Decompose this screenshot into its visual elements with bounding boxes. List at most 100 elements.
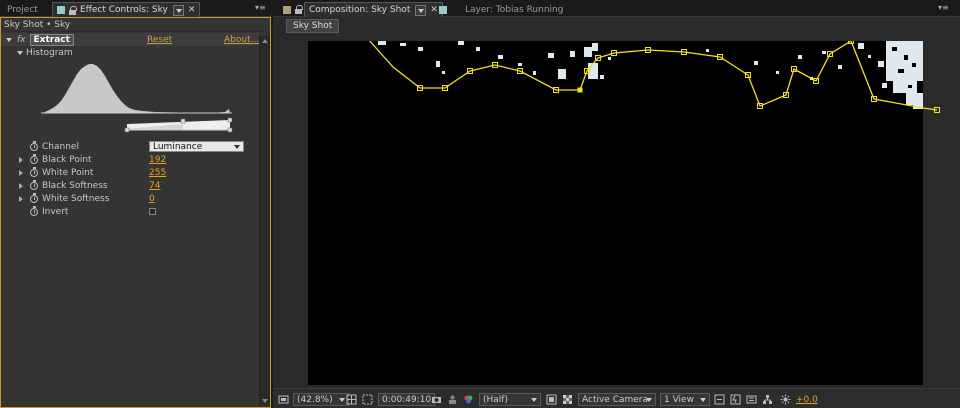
mask-overflow [923,107,940,113]
flowchart-icon[interactable] [762,394,773,405]
composition-viewer[interactable] [308,41,923,385]
zoom-dropdown[interactable]: (42.8%) [293,393,349,406]
transparency-grid-icon[interactable] [562,394,573,405]
white-point-value[interactable]: 255 [149,168,166,178]
show-snapshot-icon[interactable] [447,394,458,405]
scrollbar[interactable] [259,36,270,406]
histogram-graph[interactable] [39,61,239,135]
chevron-down-icon [700,397,706,402]
histogram-row[interactable]: Histogram [1,46,73,59]
tab-composition[interactable]: Composition: Sky Shot ✕ [304,2,443,17]
channel-rgb-icon[interactable] [463,394,474,405]
expand-property-icon[interactable] [19,156,23,163]
property-label: Black Point [42,154,92,165]
chevron-down-icon[interactable] [172,4,184,16]
property-label: Invert [42,206,69,217]
timeline-icon[interactable] [746,394,757,405]
property-black-softness: Black Softness 74 [1,179,259,192]
about-link[interactable]: About... [224,35,259,45]
layer-color-swatch [57,6,65,14]
fx-icon[interactable]: fx [17,35,26,45]
resolution-dropdown[interactable]: (Half) [479,393,541,406]
camera-value: Active Camera [582,394,649,405]
timecode-value: 0:00:49:10 [382,394,432,405]
effect-breadcrumb-label: Sky Shot • Sky [4,20,71,30]
white-softness-handle[interactable] [227,127,233,133]
stopwatch-icon[interactable] [30,205,38,216]
stopwatch-icon[interactable] [30,192,38,203]
channel-select-value: Luminance [153,141,203,152]
viewer-toolbar: (42.8%) 0:00:49:10 (Half) Active Camera … [273,388,960,408]
stopwatch-icon[interactable] [30,166,38,177]
stopwatch-icon[interactable] [30,140,38,151]
tab-effect-controls[interactable]: Effect Controls: Sky ✕ [52,2,201,17]
invert-checkbox[interactable] [149,208,156,215]
tab-project[interactable]: Project [3,2,42,17]
property-white-softness: White Softness 0 [1,192,259,205]
chevron-down-icon [646,397,652,402]
stopwatch-icon[interactable] [30,179,38,190]
view-layout-dropdown[interactable]: 1 View [660,393,710,406]
mask-vertex-selected[interactable] [577,87,583,93]
property-black-point: Black Point 192 [1,153,259,166]
comp-breadcrumb[interactable]: Sky Shot [286,19,340,33]
resolution-value: (Half) [483,394,508,405]
mask-vertices[interactable] [417,41,877,109]
effect-name[interactable]: Extract [29,33,74,46]
white-point-handle[interactable] [227,117,233,123]
chevron-down-icon[interactable] [415,4,427,16]
reset-link[interactable]: Reset [147,35,172,45]
panel-menu-icon[interactable]: ▾≡ [255,4,267,12]
toggle-pixel-aspect-icon[interactable] [714,394,725,405]
scroll-up-icon[interactable] [262,39,268,43]
comp-color-swatch [283,5,291,14]
zoom-value: (42.8%) [297,394,333,405]
view-layout-value: 1 View [664,394,694,405]
property-label: Channel [42,141,79,152]
expand-property-icon[interactable] [19,195,23,202]
histogram-label: Histogram [26,47,73,58]
expand-property-icon[interactable] [19,169,23,176]
timecode-field[interactable]: 0:00:49:10 [378,393,436,406]
black-point-handle[interactable] [180,118,186,124]
chevron-down-icon [531,397,537,402]
camera-snapshot-icon[interactable] [431,394,442,405]
effect-header-row[interactable]: fx Extract Reset About... [1,33,259,46]
black-point-value[interactable]: 192 [149,155,166,165]
right-tabstrip: Composition: Sky Shot ✕ Layer: Tobias Ru… [273,0,960,17]
tab-effect-controls-label: Effect Controls: Sky [80,5,168,15]
panel-menu-icon[interactable]: ▾≡ [938,4,950,12]
channel-select[interactable]: Luminance [149,141,244,152]
exposure-icon[interactable] [780,394,791,405]
chevron-down-icon [234,145,240,149]
black-softness-handle[interactable] [124,127,130,133]
expand-property-icon[interactable] [19,182,23,189]
tab-layer-label: Layer: Tobias Running [465,4,564,15]
histogram-curve [41,64,232,113]
region-of-interest-icon[interactable] [546,394,557,405]
stopwatch-icon[interactable] [30,153,38,164]
collapse-effect-icon[interactable] [6,37,12,42]
close-icon[interactable]: ✕ [188,5,196,15]
white-softness-value[interactable]: 0 [149,194,155,204]
black-softness-value[interactable]: 74 [149,181,160,191]
scroll-down-icon[interactable] [262,399,268,403]
tab-project-label: Project [7,4,38,15]
composition-panel: Sky Shot (42.8%) 0:00:49:10 (Half) Activ… [273,17,960,408]
safe-margins-icon[interactable] [362,394,373,405]
property-white-point: White Point 255 [1,166,259,179]
tab-composition-label: Composition: Sky Shot [309,5,411,15]
exposure-value-field[interactable]: +0.0 [796,393,818,406]
camera-dropdown[interactable]: Active Camera [578,393,656,406]
collapse-histogram-icon[interactable] [17,50,23,55]
exposure-value[interactable]: +0.0 [796,395,818,405]
layer-color-swatch [439,5,447,14]
lock-icon[interactable] [295,5,303,14]
tab-layer[interactable]: Layer: Tobias Running [435,2,567,17]
always-preview-icon[interactable] [278,394,289,405]
lock-icon[interactable] [69,5,77,15]
resolution-grid-icon[interactable] [346,394,357,405]
fast-previews-icon[interactable] [730,394,741,405]
effect-controls-panel: Sky Shot • Sky fx Extract Reset About...… [0,17,271,408]
viewer-image [368,41,923,109]
